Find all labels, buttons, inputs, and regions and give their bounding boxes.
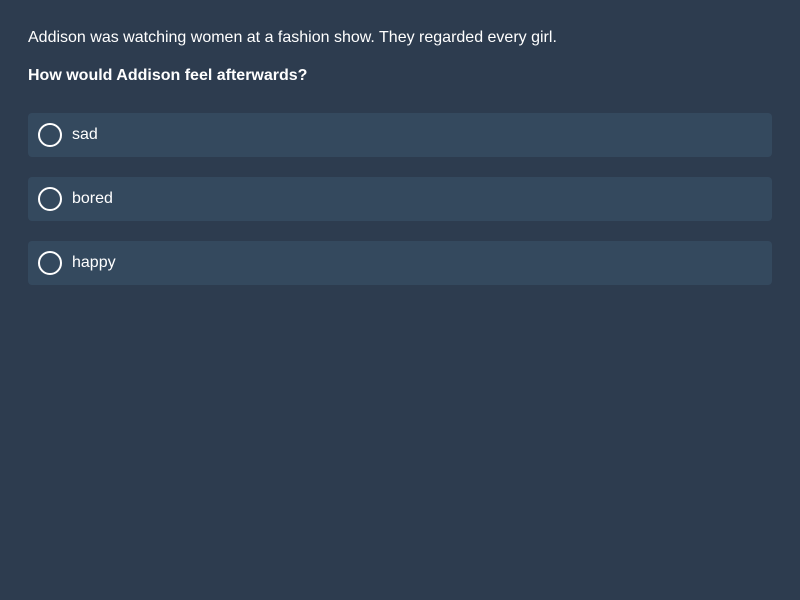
answer-option-happy[interactable]: happy (28, 241, 772, 285)
answer-option-label: sad (72, 126, 98, 143)
answer-option-bored[interactable]: bored (28, 177, 772, 221)
radio-button-icon[interactable] (38, 187, 62, 211)
radio-button-icon[interactable] (38, 123, 62, 147)
quiz-container: Addison was watching women at a fashion … (28, 28, 772, 305)
answer-options: sad bored happy (28, 113, 772, 285)
answer-option-sad[interactable]: sad (28, 113, 772, 157)
question-text: How would Addison feel afterwards? (28, 67, 308, 84)
radio-button-icon[interactable] (38, 251, 62, 275)
answer-option-label: happy (72, 254, 116, 271)
answer-option-label: bored (72, 190, 113, 207)
context-text: Addison was watching women at a fashion … (28, 29, 557, 46)
